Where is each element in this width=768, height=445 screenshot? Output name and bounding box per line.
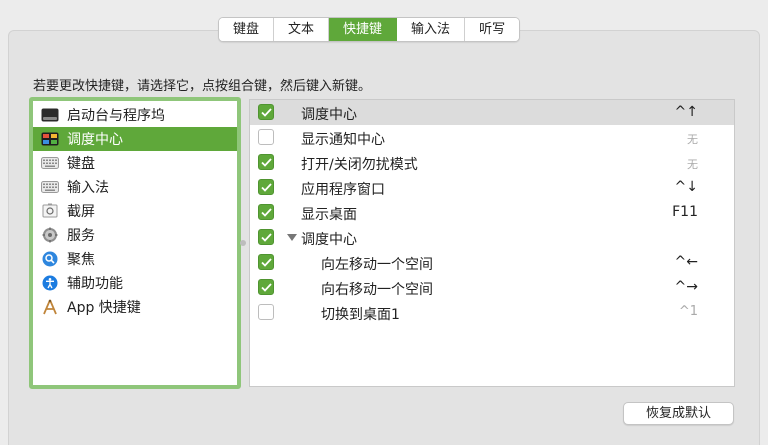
shortcut-keys[interactable]: ^↓ [675,179,698,195]
shortcut-row-notification-center[interactable]: 显示通知中心 无 [250,125,734,150]
category-label: 服务 [67,228,95,244]
tab-text[interactable]: 文本 [274,18,330,41]
shortcut-checkbox[interactable] [258,179,274,195]
split-view-handle[interactable] [240,240,246,246]
shortcut-checkbox[interactable] [258,229,274,245]
shortcut-label: 打开/关闭勿扰模式 [301,157,418,173]
category-item-input-sources[interactable]: 输入法 [33,175,237,199]
shortcut-checkbox[interactable] [258,304,274,320]
shortcut-label: 显示通知中心 [301,132,385,148]
category-item-keyboard[interactable]: 键盘 [33,151,237,175]
tab-input-sources[interactable]: 输入法 [397,18,466,41]
shortcut-row-move-left-space[interactable]: 向左移动一个空间 ^← [250,250,734,275]
category-list: 启动台与程序坞 调度中心 键盘 输入法 截屏 服务 聚焦 辅助功能 App 快捷… [29,97,241,389]
category-label: 键盘 [67,156,95,172]
shortcut-checkbox[interactable] [258,279,274,295]
app-shortcuts-icon [41,298,59,316]
shortcut-label: 切换到桌面1 [321,307,400,323]
shortcut-checkbox[interactable] [258,204,274,220]
tab-shortcuts[interactable]: 快捷键 [329,18,398,41]
shortcut-row-mission-control[interactable]: 调度中心 ^↑ [250,100,734,125]
input-method-icon [41,178,59,196]
category-item-app-shortcuts[interactable]: App 快捷键 [33,295,237,319]
shortcut-label: 显示桌面 [301,207,357,223]
shortcut-checkbox[interactable] [258,129,274,145]
shortcut-checkbox[interactable] [258,254,274,270]
tab-keyboard[interactable]: 键盘 [219,18,275,41]
shortcut-table: 调度中心 ^↑ 显示通知中心 无 打开/关闭勿扰模式 无 应用程序窗口 ^↓ 显… [249,99,735,387]
instruction-text: 若要更改快捷键，请选择它，点按组合键，然后键入新键。 [33,79,372,94]
screenshot-icon [41,202,59,220]
shortcut-row-do-not-disturb[interactable]: 打开/关闭勿扰模式 无 [250,150,734,175]
shortcut-label: 调度中心 [301,232,357,248]
disclosure-triangle-icon[interactable] [287,234,297,241]
category-item-screenshots[interactable]: 截屏 [33,199,237,223]
restore-defaults-button[interactable]: 恢复成默认 [623,402,734,425]
category-label: 辅助功能 [67,276,123,292]
category-item-accessibility[interactable]: 辅助功能 [33,271,237,295]
shortcut-keys[interactable]: F11 [672,204,698,220]
category-item-mission-control[interactable]: 调度中心 [33,127,237,151]
category-item-services[interactable]: 服务 [33,223,237,247]
accessibility-icon [41,274,59,292]
category-item-spotlight[interactable]: 聚焦 [33,247,237,271]
shortcut-row-show-desktop[interactable]: 显示桌面 F11 [250,200,734,225]
shortcut-keys[interactable]: ^1 [679,304,698,319]
shortcut-row-application-windows[interactable]: 应用程序窗口 ^↓ [250,175,734,200]
category-item-launchpad[interactable]: 启动台与程序坞 [33,103,237,127]
keyboard-icon [41,154,59,172]
shortcut-row-switch-desktop-1[interactable]: 切换到桌面1 ^1 [250,300,734,325]
category-label: 截屏 [67,204,95,220]
shortcut-checkbox[interactable] [258,104,274,120]
tab-bar: 键盘 文本 快捷键 输入法 听写 [218,17,521,42]
category-label: App 快捷键 [67,300,141,316]
category-label: 聚焦 [67,252,95,268]
shortcut-label: 向右移动一个空间 [321,282,433,298]
shortcut-keys[interactable]: ^← [675,254,698,270]
category-label: 输入法 [67,180,109,196]
shortcut-keys[interactable]: ^↑ [675,104,698,120]
shortcut-row-move-right-space[interactable]: 向右移动一个空间 ^→ [250,275,734,300]
shortcut-checkbox[interactable] [258,154,274,170]
shortcut-keys[interactable]: 无 [687,131,698,147]
shortcut-label: 向左移动一个空间 [321,257,433,273]
shortcut-keys[interactable]: 无 [687,156,698,172]
shortcut-keys[interactable]: ^→ [675,279,698,295]
category-label: 启动台与程序坞 [67,108,165,124]
mission-control-icon [41,130,59,148]
launchpad-dock-icon [41,106,59,124]
gear-icon [41,226,59,244]
shortcut-group-mission-control[interactable]: 调度中心 [250,225,734,250]
shortcut-label: 应用程序窗口 [301,182,385,198]
shortcut-label: 调度中心 [301,107,357,123]
category-label: 调度中心 [67,132,123,148]
tab-dictation[interactable]: 听写 [465,18,520,41]
spotlight-icon [41,250,59,268]
